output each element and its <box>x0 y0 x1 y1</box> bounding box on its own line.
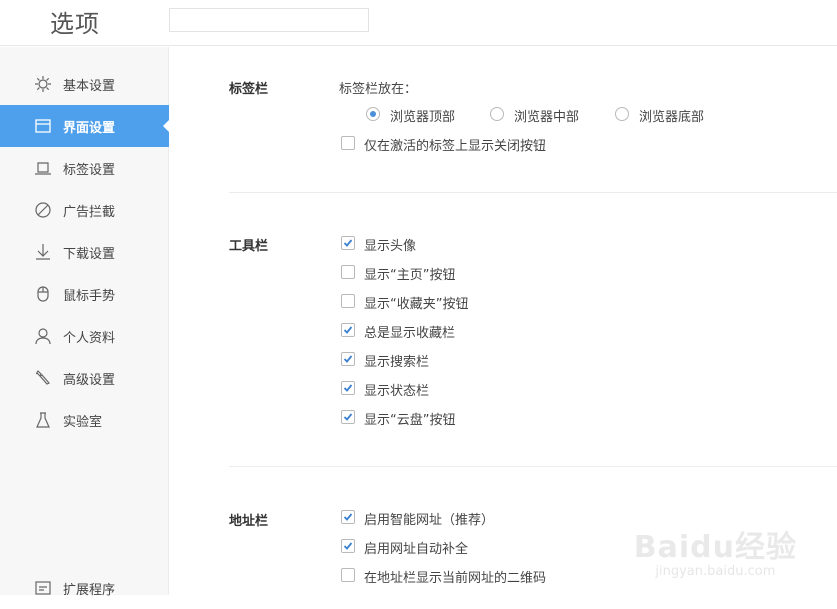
sidebar-item-advanced[interactable]: 高级设置 <box>0 357 169 399</box>
watermark-logo-text: Baidu经验 <box>633 530 797 565</box>
checkbox-show-cloud-button[interactable] <box>341 410 355 424</box>
sidebar-item-basic[interactable]: 基本设置 <box>0 63 169 105</box>
tab-icon <box>34 159 52 177</box>
sidebar-item-label: 基本设置 <box>63 79 116 94</box>
section-divider <box>229 192 837 193</box>
sidebar-item-label: 实验室 <box>63 415 103 430</box>
sidebar-item-label: 界面设置 <box>63 121 116 136</box>
sidebar-item-gestures[interactable]: 鼠标手势 <box>0 273 169 315</box>
checkbox-show-avatar[interactable] <box>341 236 355 250</box>
checkbox-label[interactable]: 显示“主页”按钮 <box>364 264 455 283</box>
block-icon <box>34 201 52 219</box>
radio-label[interactable]: 浏览器顶部 <box>390 106 455 125</box>
watermark-url-text: jingyan.baidu.com <box>655 564 776 579</box>
sidebar-item-profile[interactable]: 个人资料 <box>0 315 169 357</box>
checkbox-close-on-active[interactable] <box>341 136 355 150</box>
checkbox-label[interactable]: 显示状态栏 <box>364 380 429 399</box>
radio-label[interactable]: 浏览器底部 <box>639 106 704 125</box>
checkbox-label[interactable]: 启用智能网址（推荐） <box>364 509 494 528</box>
checkbox-label[interactable]: 显示“收藏夹”按钮 <box>364 293 468 312</box>
checkbox-label[interactable]: 总是显示收藏栏 <box>364 322 455 341</box>
section-title-tabbar: 标签栏 <box>229 82 269 97</box>
user-icon <box>34 327 52 345</box>
checkbox-show-search-bar[interactable] <box>341 352 355 366</box>
checkbox-label[interactable]: 显示“云盘”按钮 <box>364 409 455 428</box>
radio-tabbar-top[interactable] <box>366 107 380 121</box>
gear-icon <box>34 75 52 93</box>
sidebar-item-label: 鼠标手势 <box>63 289 116 304</box>
checkbox-show-status-bar[interactable] <box>341 381 355 395</box>
settings-content: 标签栏 标签栏放在： 浏览器顶部 浏览器中部 浏览器底部 仅在激活的标签上显示关… <box>170 47 837 595</box>
download-icon <box>34 243 52 261</box>
checkbox-label[interactable]: 在地址栏显示当前网址的二维码 <box>364 567 546 586</box>
sidebar-item-extensions[interactable]: 扩展程序 <box>0 567 169 609</box>
sidebar-item-interface[interactable]: 界面设置 <box>0 105 170 147</box>
baidu-watermark: Baidu经验 jingyan.baidu.com <box>634 522 797 579</box>
sidebar-item-download[interactable]: 下载设置 <box>0 231 169 273</box>
checkbox-label[interactable]: 显示头像 <box>364 235 416 254</box>
flask-icon <box>34 411 52 429</box>
extension-icon <box>34 579 52 597</box>
sidebar-item-label: 下载设置 <box>63 247 116 262</box>
page-title: 选项 <box>50 10 100 38</box>
wrench-icon <box>34 369 52 387</box>
checkbox-smart-url[interactable] <box>341 510 355 524</box>
window-icon <box>34 117 52 135</box>
section-divider <box>229 466 837 467</box>
sidebar-item-tabs[interactable]: 标签设置 <box>0 147 169 189</box>
search-input[interactable] <box>169 8 369 32</box>
radio-tabbar-middle[interactable] <box>490 107 504 121</box>
section-title-toolbar: 工具栏 <box>229 239 269 254</box>
checkbox-show-favorites-button[interactable] <box>341 294 355 308</box>
checkbox-label[interactable]: 仅在激活的标签上显示关闭按钮 <box>364 135 546 154</box>
tabbar-position-label: 标签栏放在： <box>339 82 418 97</box>
radio-tabbar-bottom[interactable] <box>615 107 629 121</box>
section-title-addressbar: 地址栏 <box>229 514 269 529</box>
sidebar-item-label: 扩展程序 <box>63 583 116 598</box>
checkbox-url-autocomplete[interactable] <box>341 539 355 553</box>
sidebar-item-adblock[interactable]: 广告拦截 <box>0 189 169 231</box>
radio-label[interactable]: 浏览器中部 <box>514 106 579 125</box>
sidebar-item-label: 标签设置 <box>63 163 116 178</box>
sidebar-item-lab[interactable]: 实验室 <box>0 399 169 441</box>
checkbox-show-home-button[interactable] <box>341 265 355 279</box>
sidebar: 基本设置 界面设置 标签设置 广告拦截 下载设置 鼠标手势 个人资料 高级设置 … <box>0 47 170 598</box>
sidebar-item-label: 广告拦截 <box>63 205 116 220</box>
sidebar-item-label: 高级设置 <box>63 373 116 388</box>
header: 选项 <box>0 0 837 46</box>
checkbox-label[interactable]: 显示搜索栏 <box>364 351 429 370</box>
checkbox-always-show-bookmarks[interactable] <box>341 323 355 337</box>
checkbox-label[interactable]: 启用网址自动补全 <box>364 538 468 557</box>
checkbox-show-qrcode[interactable] <box>341 568 355 582</box>
mouse-icon <box>34 285 52 303</box>
sidebar-item-label: 个人资料 <box>63 331 116 346</box>
